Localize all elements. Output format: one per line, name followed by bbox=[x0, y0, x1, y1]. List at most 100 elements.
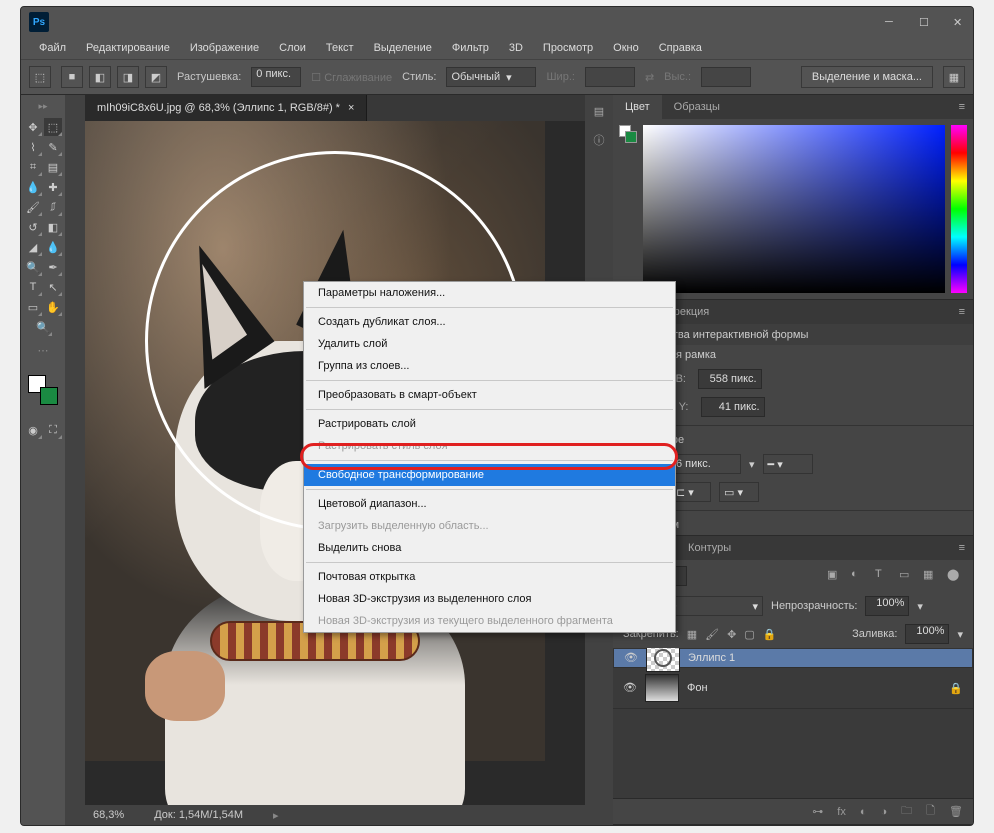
type-tool[interactable]: T bbox=[24, 278, 42, 296]
lock-icon[interactable]: 🔒 bbox=[949, 682, 963, 695]
crop-tool[interactable]: ⌗ bbox=[24, 158, 42, 176]
menu-3d[interactable]: 3D bbox=[501, 39, 531, 57]
menu-text[interactable]: Текст bbox=[318, 39, 362, 57]
marquee-tool[interactable]: ⬚ bbox=[44, 118, 62, 136]
join-select[interactable]: ⊏ ▾ bbox=[671, 482, 711, 502]
context-menu-item[interactable]: Преобразовать в смарт-объект bbox=[304, 384, 675, 406]
context-menu-item[interactable]: Цветовой диапазон... bbox=[304, 493, 675, 515]
stroke-style-select[interactable]: ━ ▾ bbox=[763, 454, 813, 474]
blur-tool[interactable]: 💧 bbox=[44, 238, 62, 256]
hue-slider[interactable] bbox=[951, 125, 967, 293]
layer-item[interactable]: 👁 Фон 🔒 bbox=[613, 668, 973, 709]
filter-adjust-icon[interactable]: ◐ bbox=[851, 568, 867, 584]
select-and-mask-button[interactable]: Выделение и маска... bbox=[801, 66, 933, 88]
layer-thumb[interactable] bbox=[645, 674, 679, 702]
zoom-value[interactable]: 68,3% bbox=[93, 809, 124, 821]
menu-view[interactable]: Просмотр bbox=[535, 39, 601, 57]
context-menu-item[interactable]: Группа из слоев... bbox=[304, 355, 675, 377]
group-icon[interactable]: 🗀 bbox=[901, 802, 912, 821]
menu-file[interactable]: Файл bbox=[31, 39, 74, 57]
dodge-tool[interactable]: 🔍 bbox=[24, 258, 42, 276]
context-menu-item[interactable]: Параметры наложения... bbox=[304, 282, 675, 304]
quick-select-tool[interactable]: ✎ bbox=[44, 138, 62, 156]
tool-preset-icon[interactable]: ⬚ bbox=[29, 66, 51, 88]
eraser-tool[interactable]: ◧ bbox=[44, 218, 62, 236]
info-icon[interactable]: ⓘ bbox=[594, 132, 605, 148]
heal-tool[interactable]: ✚ bbox=[44, 178, 62, 196]
doc-size[interactable]: Док: 1,54M/1,54M bbox=[154, 809, 243, 821]
bg-color[interactable] bbox=[625, 131, 637, 143]
close-button[interactable]: ✕ bbox=[953, 16, 965, 28]
gradient-tool[interactable]: ◢ bbox=[24, 238, 42, 256]
context-menu[interactable]: Параметры наложения...Создать дубликат с… bbox=[303, 281, 676, 633]
color-swatches[interactable] bbox=[28, 375, 58, 405]
adjustment-layer-icon[interactable]: ◑ bbox=[881, 806, 888, 818]
hand-tool[interactable]: ✋ bbox=[44, 298, 62, 316]
fill-input[interactable]: 100% bbox=[905, 624, 949, 644]
frame-tool[interactable]: ▤ bbox=[44, 158, 62, 176]
panel-menu-icon[interactable]: ≡ bbox=[951, 101, 973, 113]
brush-tool[interactable]: 🖌 bbox=[24, 198, 42, 216]
color-spectrum[interactable] bbox=[643, 125, 945, 293]
lock-all-icon[interactable]: 🔒 bbox=[763, 628, 777, 641]
menu-filter[interactable]: Фильтр bbox=[444, 39, 497, 57]
filter-image-icon[interactable]: ▣ bbox=[827, 568, 843, 584]
zoom-tool[interactable]: 🔍 bbox=[34, 318, 52, 336]
context-menu-item[interactable]: Новая 3D-экструзия из выделенного слоя bbox=[304, 588, 675, 610]
lock-brush-icon[interactable]: 🖌 bbox=[705, 628, 719, 641]
layer-mask-icon[interactable]: ◐ bbox=[860, 806, 867, 818]
context-menu-item[interactable]: Почтовая открытка bbox=[304, 566, 675, 588]
context-menu-item[interactable]: Выделить снова bbox=[304, 537, 675, 559]
layer-item[interactable]: 👁 Эллипс 1 bbox=[613, 648, 973, 668]
minimize-button[interactable]: ─ bbox=[885, 16, 897, 28]
layer-name[interactable]: Эллипс 1 bbox=[688, 652, 735, 664]
width-input[interactable]: 558 пикс. bbox=[698, 369, 762, 389]
layer-name[interactable]: Фон bbox=[687, 682, 708, 694]
y-input[interactable]: 41 пикс. bbox=[701, 397, 765, 417]
menu-select[interactable]: Выделение bbox=[366, 39, 440, 57]
link-layers-icon[interactable]: ⊶ bbox=[812, 805, 823, 818]
stamp-tool[interactable]: ⎎ bbox=[44, 198, 62, 216]
panel-menu-icon[interactable]: ≡ bbox=[951, 306, 973, 318]
selection-add-icon[interactable]: ◧ bbox=[89, 66, 111, 88]
shape-tool[interactable]: ▭ bbox=[24, 298, 42, 316]
opacity-input[interactable]: 100% bbox=[865, 596, 909, 616]
pen-tool[interactable]: ✒ bbox=[44, 258, 62, 276]
new-layer-icon[interactable]: 🗋 bbox=[926, 802, 935, 821]
menu-help[interactable]: Справка bbox=[651, 39, 710, 57]
maximize-button[interactable]: ☐ bbox=[919, 16, 931, 28]
history-icon[interactable]: ▤ bbox=[594, 105, 604, 118]
visibility-icon[interactable]: 👁 bbox=[623, 681, 637, 695]
history-brush-tool[interactable]: ↺ bbox=[24, 218, 42, 236]
screenmode-icon[interactable]: ⛶ bbox=[44, 421, 62, 439]
menu-window[interactable]: Окно bbox=[605, 39, 647, 57]
layer-thumb[interactable] bbox=[646, 648, 680, 672]
menu-layers[interactable]: Слои bbox=[271, 39, 314, 57]
layer-style-icon[interactable]: fx bbox=[837, 806, 846, 818]
menu-image[interactable]: Изображение bbox=[182, 39, 267, 57]
lasso-tool[interactable]: ⌇ bbox=[24, 138, 42, 156]
stroke-width-input[interactable]: 6 пикс. bbox=[671, 454, 741, 474]
tab-paths[interactable]: Контуры bbox=[676, 536, 743, 560]
lock-artboard-icon[interactable]: ▢ bbox=[744, 628, 754, 641]
tab-close-icon[interactable]: × bbox=[348, 102, 354, 114]
lock-pixels-icon[interactable]: ▦ bbox=[687, 628, 697, 641]
selection-intersect-icon[interactable]: ◩ bbox=[145, 66, 167, 88]
style-select[interactable]: Обычный▾ bbox=[446, 67, 536, 87]
document-tab[interactable]: mIh09iC8x6U.jpg @ 68,3% (Эллипс 1, RGB/8… bbox=[85, 95, 367, 121]
align-select[interactable]: ▭ ▾ bbox=[719, 482, 759, 502]
path-select-tool[interactable]: ↖ bbox=[44, 278, 62, 296]
filter-toggle-icon[interactable]: ⬤ bbox=[947, 568, 963, 584]
filter-smart-icon[interactable]: ▦ bbox=[923, 568, 939, 584]
quickmask-icon[interactable]: ◉ bbox=[24, 421, 42, 439]
context-menu-item[interactable]: Свободное трансформирование bbox=[304, 464, 675, 486]
lock-position-icon[interactable]: ✥ bbox=[727, 628, 736, 641]
panel-menu-icon[interactable]: ≡ bbox=[951, 542, 973, 554]
feather-input[interactable]: 0 пикс. bbox=[251, 67, 301, 87]
filter-type-icon[interactable]: T bbox=[875, 568, 891, 584]
menu-edit[interactable]: Редактирование bbox=[78, 39, 178, 57]
move-tool[interactable]: ✥ bbox=[24, 118, 42, 136]
tab-swatches[interactable]: Образцы bbox=[662, 95, 732, 119]
delete-layer-icon[interactable]: 🗑 bbox=[949, 805, 963, 818]
selection-subtract-icon[interactable]: ◨ bbox=[117, 66, 139, 88]
